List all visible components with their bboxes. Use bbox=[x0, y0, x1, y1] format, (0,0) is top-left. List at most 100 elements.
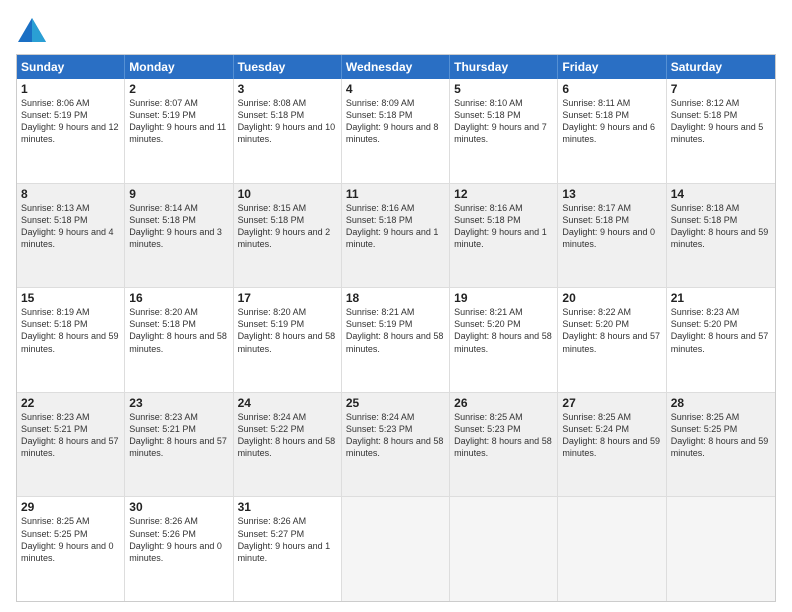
day-number: 3 bbox=[238, 82, 337, 96]
day-info: Sunrise: 8:13 AM Sunset: 5:18 PM Dayligh… bbox=[21, 202, 120, 251]
logo-icon bbox=[16, 16, 48, 44]
day-cell-10: 10Sunrise: 8:15 AM Sunset: 5:18 PM Dayli… bbox=[234, 184, 342, 288]
day-cell-15: 15Sunrise: 8:19 AM Sunset: 5:18 PM Dayli… bbox=[17, 288, 125, 392]
day-cell-2: 2Sunrise: 8:07 AM Sunset: 5:19 PM Daylig… bbox=[125, 79, 233, 183]
day-number: 24 bbox=[238, 396, 337, 410]
day-number: 26 bbox=[454, 396, 553, 410]
day-info: Sunrise: 8:24 AM Sunset: 5:22 PM Dayligh… bbox=[238, 411, 337, 460]
day-number: 9 bbox=[129, 187, 228, 201]
day-cell-5: 5Sunrise: 8:10 AM Sunset: 5:18 PM Daylig… bbox=[450, 79, 558, 183]
day-cell-14: 14Sunrise: 8:18 AM Sunset: 5:18 PM Dayli… bbox=[667, 184, 775, 288]
day-number: 29 bbox=[21, 500, 120, 514]
day-cell-31: 31Sunrise: 8:26 AM Sunset: 5:27 PM Dayli… bbox=[234, 497, 342, 601]
day-info: Sunrise: 8:08 AM Sunset: 5:18 PM Dayligh… bbox=[238, 97, 337, 146]
week-row-5: 29Sunrise: 8:25 AM Sunset: 5:25 PM Dayli… bbox=[17, 497, 775, 601]
header-day-thursday: Thursday bbox=[450, 55, 558, 79]
day-number: 31 bbox=[238, 500, 337, 514]
day-cell-13: 13Sunrise: 8:17 AM Sunset: 5:18 PM Dayli… bbox=[558, 184, 666, 288]
day-info: Sunrise: 8:12 AM Sunset: 5:18 PM Dayligh… bbox=[671, 97, 771, 146]
day-info: Sunrise: 8:25 AM Sunset: 5:24 PM Dayligh… bbox=[562, 411, 661, 460]
day-info: Sunrise: 8:07 AM Sunset: 5:19 PM Dayligh… bbox=[129, 97, 228, 146]
day-cell-4: 4Sunrise: 8:09 AM Sunset: 5:18 PM Daylig… bbox=[342, 79, 450, 183]
day-info: Sunrise: 8:23 AM Sunset: 5:20 PM Dayligh… bbox=[671, 306, 771, 355]
day-cell-27: 27Sunrise: 8:25 AM Sunset: 5:24 PM Dayli… bbox=[558, 393, 666, 497]
day-info: Sunrise: 8:11 AM Sunset: 5:18 PM Dayligh… bbox=[562, 97, 661, 146]
day-info: Sunrise: 8:15 AM Sunset: 5:18 PM Dayligh… bbox=[238, 202, 337, 251]
day-info: Sunrise: 8:06 AM Sunset: 5:19 PM Dayligh… bbox=[21, 97, 120, 146]
day-number: 28 bbox=[671, 396, 771, 410]
calendar-body: 1Sunrise: 8:06 AM Sunset: 5:19 PM Daylig… bbox=[17, 79, 775, 601]
day-number: 8 bbox=[21, 187, 120, 201]
day-info: Sunrise: 8:25 AM Sunset: 5:23 PM Dayligh… bbox=[454, 411, 553, 460]
header-day-tuesday: Tuesday bbox=[234, 55, 342, 79]
day-info: Sunrise: 8:16 AM Sunset: 5:18 PM Dayligh… bbox=[454, 202, 553, 251]
day-number: 30 bbox=[129, 500, 228, 514]
day-number: 13 bbox=[562, 187, 661, 201]
day-number: 17 bbox=[238, 291, 337, 305]
empty-cell bbox=[450, 497, 558, 601]
day-number: 21 bbox=[671, 291, 771, 305]
day-cell-7: 7Sunrise: 8:12 AM Sunset: 5:18 PM Daylig… bbox=[667, 79, 775, 183]
day-info: Sunrise: 8:19 AM Sunset: 5:18 PM Dayligh… bbox=[21, 306, 120, 355]
day-info: Sunrise: 8:26 AM Sunset: 5:27 PM Dayligh… bbox=[238, 515, 337, 564]
page: SundayMondayTuesdayWednesdayThursdayFrid… bbox=[0, 0, 792, 612]
day-cell-16: 16Sunrise: 8:20 AM Sunset: 5:18 PM Dayli… bbox=[125, 288, 233, 392]
day-cell-1: 1Sunrise: 8:06 AM Sunset: 5:19 PM Daylig… bbox=[17, 79, 125, 183]
week-row-1: 1Sunrise: 8:06 AM Sunset: 5:19 PM Daylig… bbox=[17, 79, 775, 184]
day-number: 15 bbox=[21, 291, 120, 305]
day-info: Sunrise: 8:21 AM Sunset: 5:20 PM Dayligh… bbox=[454, 306, 553, 355]
day-number: 20 bbox=[562, 291, 661, 305]
day-info: Sunrise: 8:18 AM Sunset: 5:18 PM Dayligh… bbox=[671, 202, 771, 251]
day-info: Sunrise: 8:14 AM Sunset: 5:18 PM Dayligh… bbox=[129, 202, 228, 251]
day-info: Sunrise: 8:09 AM Sunset: 5:18 PM Dayligh… bbox=[346, 97, 445, 146]
empty-cell bbox=[558, 497, 666, 601]
day-number: 6 bbox=[562, 82, 661, 96]
empty-cell bbox=[667, 497, 775, 601]
day-number: 19 bbox=[454, 291, 553, 305]
day-number: 22 bbox=[21, 396, 120, 410]
week-row-3: 15Sunrise: 8:19 AM Sunset: 5:18 PM Dayli… bbox=[17, 288, 775, 393]
day-info: Sunrise: 8:16 AM Sunset: 5:18 PM Dayligh… bbox=[346, 202, 445, 251]
day-info: Sunrise: 8:25 AM Sunset: 5:25 PM Dayligh… bbox=[21, 515, 120, 564]
day-cell-12: 12Sunrise: 8:16 AM Sunset: 5:18 PM Dayli… bbox=[450, 184, 558, 288]
day-cell-30: 30Sunrise: 8:26 AM Sunset: 5:26 PM Dayli… bbox=[125, 497, 233, 601]
header-day-monday: Monday bbox=[125, 55, 233, 79]
day-number: 2 bbox=[129, 82, 228, 96]
day-cell-17: 17Sunrise: 8:20 AM Sunset: 5:19 PM Dayli… bbox=[234, 288, 342, 392]
day-info: Sunrise: 8:17 AM Sunset: 5:18 PM Dayligh… bbox=[562, 202, 661, 251]
day-number: 4 bbox=[346, 82, 445, 96]
day-number: 7 bbox=[671, 82, 771, 96]
header bbox=[16, 16, 776, 44]
day-cell-8: 8Sunrise: 8:13 AM Sunset: 5:18 PM Daylig… bbox=[17, 184, 125, 288]
day-number: 11 bbox=[346, 187, 445, 201]
day-cell-28: 28Sunrise: 8:25 AM Sunset: 5:25 PM Dayli… bbox=[667, 393, 775, 497]
day-number: 1 bbox=[21, 82, 120, 96]
week-row-2: 8Sunrise: 8:13 AM Sunset: 5:18 PM Daylig… bbox=[17, 184, 775, 289]
header-day-saturday: Saturday bbox=[667, 55, 775, 79]
day-info: Sunrise: 8:23 AM Sunset: 5:21 PM Dayligh… bbox=[21, 411, 120, 460]
empty-cell bbox=[342, 497, 450, 601]
day-number: 27 bbox=[562, 396, 661, 410]
day-cell-29: 29Sunrise: 8:25 AM Sunset: 5:25 PM Dayli… bbox=[17, 497, 125, 601]
day-cell-25: 25Sunrise: 8:24 AM Sunset: 5:23 PM Dayli… bbox=[342, 393, 450, 497]
day-number: 18 bbox=[346, 291, 445, 305]
day-number: 12 bbox=[454, 187, 553, 201]
day-info: Sunrise: 8:24 AM Sunset: 5:23 PM Dayligh… bbox=[346, 411, 445, 460]
calendar: SundayMondayTuesdayWednesdayThursdayFrid… bbox=[16, 54, 776, 602]
day-number: 10 bbox=[238, 187, 337, 201]
day-number: 16 bbox=[129, 291, 228, 305]
header-day-sunday: Sunday bbox=[17, 55, 125, 79]
day-cell-21: 21Sunrise: 8:23 AM Sunset: 5:20 PM Dayli… bbox=[667, 288, 775, 392]
day-cell-11: 11Sunrise: 8:16 AM Sunset: 5:18 PM Dayli… bbox=[342, 184, 450, 288]
day-number: 25 bbox=[346, 396, 445, 410]
day-cell-18: 18Sunrise: 8:21 AM Sunset: 5:19 PM Dayli… bbox=[342, 288, 450, 392]
day-cell-3: 3Sunrise: 8:08 AM Sunset: 5:18 PM Daylig… bbox=[234, 79, 342, 183]
logo bbox=[16, 16, 52, 44]
day-info: Sunrise: 8:26 AM Sunset: 5:26 PM Dayligh… bbox=[129, 515, 228, 564]
week-row-4: 22Sunrise: 8:23 AM Sunset: 5:21 PM Dayli… bbox=[17, 393, 775, 498]
day-number: 23 bbox=[129, 396, 228, 410]
day-cell-20: 20Sunrise: 8:22 AM Sunset: 5:20 PM Dayli… bbox=[558, 288, 666, 392]
day-number: 5 bbox=[454, 82, 553, 96]
day-cell-26: 26Sunrise: 8:25 AM Sunset: 5:23 PM Dayli… bbox=[450, 393, 558, 497]
day-cell-24: 24Sunrise: 8:24 AM Sunset: 5:22 PM Dayli… bbox=[234, 393, 342, 497]
